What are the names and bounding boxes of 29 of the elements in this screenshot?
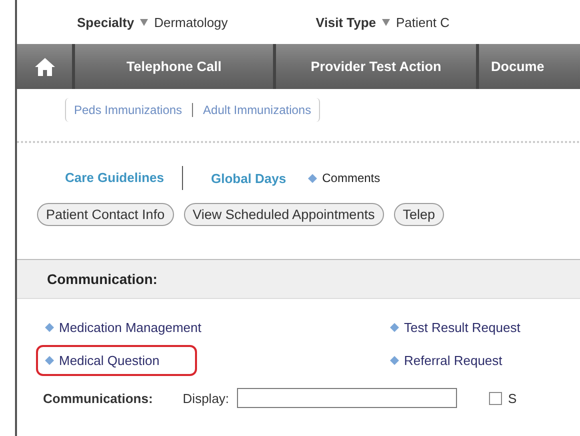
field-value: Dermatology [154,14,228,30]
home-icon [34,56,56,76]
communication-link[interactable]: Medication Management [59,320,202,335]
communication-link[interactable]: Test Result Request [404,320,520,335]
section-header: Communication: [17,259,580,299]
field-label: Display: [182,390,230,406]
bullet-icon [308,174,318,182]
action-button[interactable]: Telep [394,203,444,226]
nav-tab[interactable]: Telephone Call [75,44,276,89]
dropdown-arrow-icon[interactable] [140,18,148,26]
field-label: Visit Type [316,14,376,30]
nav-tab[interactable]: Docume [479,44,580,89]
bullet-icon [390,323,399,332]
checkbox[interactable] [489,392,502,404]
communication-link[interactable]: Medical Question [59,353,160,368]
display-field[interactable] [237,388,458,408]
bullet-icon [45,323,54,332]
action-button[interactable]: View Scheduled Appointments [184,203,384,226]
dropdown-arrow-icon[interactable] [382,18,390,26]
action-button[interactable]: Patient Contact Info [37,203,174,226]
field-label: Specialty [77,14,134,30]
bullet-icon [390,356,399,365]
checkbox-label: S [508,390,517,406]
field-label: Communications: [43,390,153,406]
field-value: Patient C [396,14,450,30]
communication-link[interactable]: Referral Request [404,353,502,368]
bullet-icon [45,356,54,365]
nav-tab[interactable]: Provider Test Action [276,44,479,89]
link[interactable]: Comments [322,171,380,185]
